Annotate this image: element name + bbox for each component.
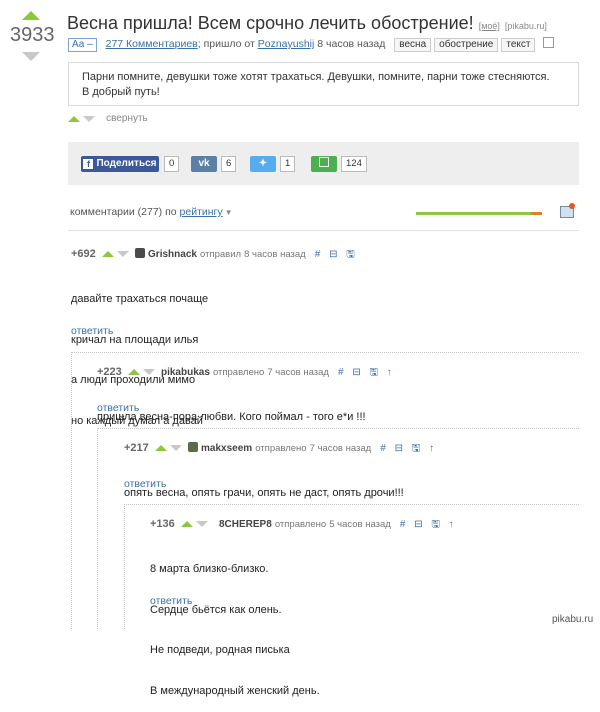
divider: [68, 230, 579, 231]
thread-connector: [124, 504, 579, 505]
source-tag: [pikabu.ru]: [504, 21, 547, 31]
comment-time: 7 часов назад: [309, 443, 372, 454]
comments-header: комментарии (277) по рейтингу ▼: [70, 206, 233, 218]
comment-tools[interactable]: # ⊟ 🖫 ↑: [400, 519, 457, 530]
comments-sort-dropdown[interactable]: рейтингу: [180, 206, 223, 218]
comment-upvote-icon[interactable]: [101, 251, 114, 257]
font-size-toggle[interactable]: Аа –: [68, 38, 97, 52]
comment-user[interactable]: pikabukas: [161, 367, 210, 378]
comment-line: В международный женский день.: [150, 684, 320, 697]
rating-bar: [416, 212, 531, 215]
tag-tekst[interactable]: текст: [501, 38, 536, 52]
comment-time: 8 часов назад: [244, 249, 306, 260]
vk-share-count: 6: [221, 156, 237, 172]
vk-share-button[interactable]: vk: [191, 156, 217, 172]
thread-connector: [97, 428, 579, 429]
facebook-icon: f: [83, 159, 94, 169]
watermark: pikabu.ru: [552, 614, 594, 625]
comment-tools[interactable]: # ⊟ 🖫: [315, 249, 358, 260]
facebook-share-count: 0: [164, 156, 180, 172]
comment-user[interactable]: 8CHEREP8: [219, 519, 272, 530]
avatar[interactable]: [187, 442, 198, 452]
thread-connector: [71, 352, 579, 353]
facebook-share-button[interactable]: f Поделиться: [81, 156, 159, 172]
comment-user[interactable]: Grishnack: [148, 249, 197, 260]
thread-line: [97, 428, 98, 629]
small-downvote-icon[interactable]: [83, 116, 96, 122]
notification-dot-icon: [569, 203, 575, 209]
comment-downvote-icon[interactable]: [142, 369, 155, 375]
comment-line: давайте трахаться почаще: [71, 293, 209, 305]
reply-link[interactable]: ответить: [124, 478, 166, 490]
post-time: 8 часов назад: [317, 38, 386, 50]
reply-link[interactable]: ответить: [97, 402, 139, 414]
small-upvote-icon[interactable]: [68, 116, 80, 122]
post-meta: Аа – 277 Комментариев; пришло от Poznayu…: [68, 37, 555, 52]
comment-time: 7 часов назад: [267, 367, 329, 378]
came-from-text: ; пришло от: [197, 38, 255, 50]
post-rating: 3933: [10, 24, 55, 46]
post-author-link[interactable]: Poznayushij: [258, 38, 315, 50]
tag-vesna[interactable]: весна: [394, 38, 432, 52]
mine-tag[interactable]: [моё]: [479, 21, 500, 31]
thread-line: [71, 352, 72, 629]
chevron-down-icon[interactable]: ▼: [225, 208, 233, 217]
comment-line: Не подведи, родная писька: [150, 644, 290, 656]
post-body-line: В добрый путь!: [82, 86, 160, 98]
post-small-votes: свернуть: [68, 113, 148, 125]
post-body: Парни помните, девушки тоже хотят трахат…: [68, 62, 579, 106]
post-upvote-arrow-icon[interactable]: [22, 11, 40, 20]
comment-rating: +692: [71, 248, 96, 260]
comment-time: 5 часов назад: [329, 519, 391, 530]
save-icon: [319, 157, 329, 167]
comment-action: отправлено: [255, 443, 307, 454]
comment-header: +223 pikabukas отправлено 7 часов назад …: [97, 365, 395, 382]
collapse-link[interactable]: свернуть: [106, 113, 148, 124]
comment-upvote-icon[interactable]: [180, 521, 193, 527]
post-body-line: Парни помните, девушки тоже хотят трахат…: [82, 71, 550, 83]
reply-link[interactable]: ответить: [71, 325, 113, 337]
comment-rating: +136: [150, 518, 175, 530]
reply-link[interactable]: ответить: [150, 595, 192, 607]
comments-link[interactable]: 277 Комментариев: [106, 38, 198, 50]
tag-obostrenie[interactable]: обострение: [434, 38, 499, 52]
comment-line: 8 марта близко-близко.: [150, 563, 269, 575]
comment-rating: +217: [124, 442, 149, 454]
post-title[interactable]: Весна пришла! Всем срочно лечить обостре…: [67, 13, 474, 33]
thread-line: [124, 504, 125, 629]
comments-header-label: комментарии (277) по: [70, 206, 177, 218]
comment-header: +136 8CHEREP8 отправлено 5 часов назад #…: [150, 517, 457, 534]
comment-rating: +223: [97, 366, 122, 378]
post-title-row: Весна пришла! Всем срочно лечить обостре…: [67, 13, 547, 34]
comment-tools[interactable]: # ⊟ 🖫 ↑: [338, 367, 395, 378]
share-bar: f Поделиться 0 vk 6 ✦ 1 124: [68, 142, 579, 185]
comment-upvote-icon[interactable]: [154, 445, 167, 451]
vk-icon: vk: [198, 158, 210, 169]
twitter-share-count: 1: [280, 156, 296, 172]
comment-action: отправлено: [212, 367, 265, 378]
comment-action: отправил: [200, 249, 242, 260]
post-downvote-arrow-icon[interactable]: [22, 52, 40, 61]
comment-action: отправлено: [274, 519, 327, 530]
avatar[interactable]: [134, 248, 145, 258]
comment-text: 8 марта близко-близко. Сердце бьётся как…: [150, 536, 320, 712]
rating-bar-negative: [531, 212, 542, 215]
comment-downvote-icon[interactable]: [116, 251, 129, 257]
comment-header: +217 makxseem отправлено 7 часов назад #…: [124, 441, 437, 458]
twitter-share-button[interactable]: ✦: [250, 156, 276, 172]
comment-downvote-icon[interactable]: [195, 521, 208, 527]
comment-upvote-icon[interactable]: [127, 369, 140, 375]
twitter-icon: ✦: [258, 158, 268, 169]
comment-user[interactable]: makxseem: [201, 443, 252, 454]
comment-tools[interactable]: # ⊟ 🖫 ↑: [380, 443, 437, 454]
comment-downvote-icon[interactable]: [169, 445, 182, 451]
save-share-button[interactable]: [311, 156, 337, 172]
facebook-share-label: Поделиться: [96, 158, 157, 169]
save-post-icon[interactable]: [543, 37, 555, 48]
comment-header: +692 Grishnack отправил 8 часов назад # …: [71, 247, 358, 264]
save-share-count: 124: [341, 156, 367, 172]
